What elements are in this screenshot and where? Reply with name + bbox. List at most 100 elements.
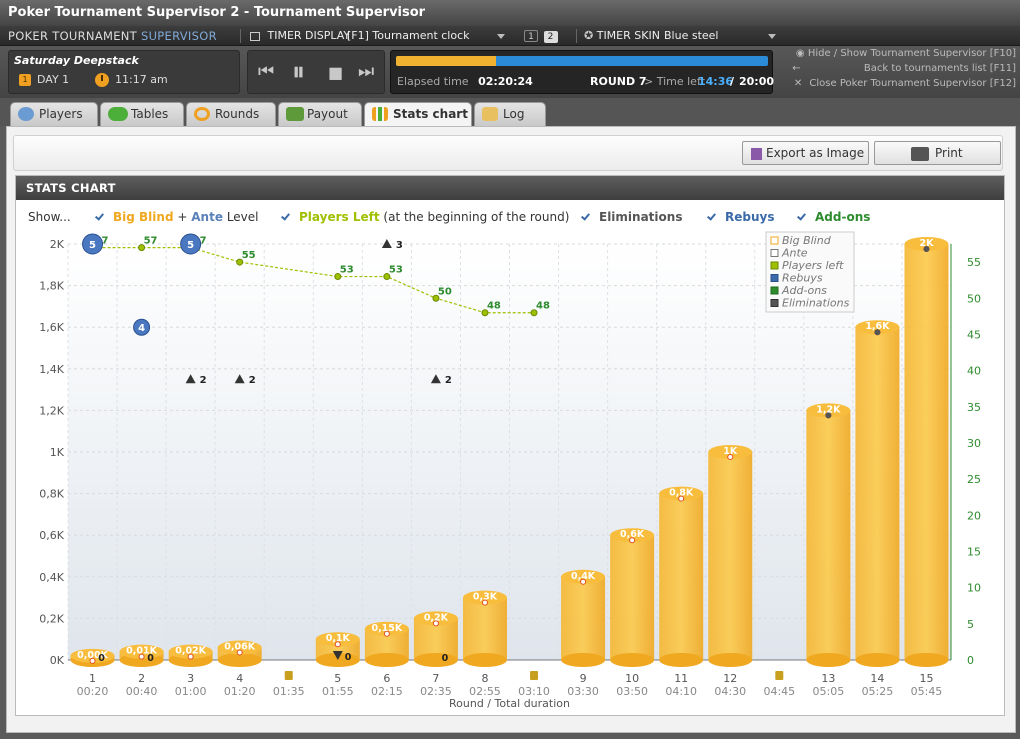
x-tick-time: 05:05 — [813, 685, 845, 698]
bigblind-label: 1K — [723, 446, 738, 457]
x-tick-round: 11 — [674, 672, 688, 685]
y-tick-label-right: 15 — [967, 545, 981, 558]
elim-label: 2 — [445, 375, 452, 386]
break-icon — [284, 671, 293, 680]
checkbox-icon — [94, 212, 105, 223]
window-title: Poker Tournament Supervisor 2 - Tourname… — [0, 0, 1020, 26]
page-1-button[interactable]: 1 — [524, 30, 538, 42]
x-tick-time: 04:30 — [714, 685, 746, 698]
x-tick-round: 10 — [625, 672, 639, 685]
legend-swatch — [770, 274, 779, 282]
toggle-eliminations[interactable]: Eliminations — [580, 210, 682, 224]
toggle-bigblind-ante[interactable]: Big Blind + Ante Level — [94, 210, 259, 224]
ante-label: 0 — [147, 653, 154, 664]
break-icon — [530, 671, 539, 680]
rebuy-label: 5 — [89, 240, 96, 251]
elim-label: 3 — [396, 240, 403, 251]
skip-forward-button[interactable]: ⏭ — [358, 61, 374, 82]
tab-log[interactable]: Log — [474, 102, 546, 126]
stats-chart: 0K0,2K0,4K0,6K0,8K1K1,2K1,4K1,6K1,8K2K05… — [39, 231, 981, 710]
y-tick-label-right: 0 — [967, 654, 974, 667]
panel-title: STATS CHART — [16, 176, 1004, 200]
clock-icon — [95, 73, 109, 87]
rebuy-label: 4 — [138, 323, 145, 334]
legend-swatch — [770, 261, 779, 270]
y-tick-label-right: 10 — [967, 582, 981, 595]
table-icon — [108, 107, 128, 121]
bigblind-bar — [561, 576, 606, 660]
bigblind-bar-base — [364, 653, 409, 667]
stop-button[interactable]: ■ — [328, 63, 343, 82]
bigblind-bar-base — [462, 653, 507, 667]
y-tick-label-right: 5 — [967, 618, 974, 631]
legend-label: Eliminations — [782, 297, 850, 310]
elim-point — [874, 329, 881, 336]
x-tick-round: 4 — [236, 672, 243, 685]
chart-icon — [372, 107, 388, 121]
x-tick-round: 14 — [870, 672, 884, 685]
y-tick-label-left: 2K — [50, 238, 65, 251]
tab-tables[interactable]: Tables — [100, 102, 184, 126]
close-link[interactable]: ✕ Close Poker Tournament Supervisor [F12… — [794, 78, 1016, 89]
timer-display-select[interactable]: [F1] Tournament clock — [347, 26, 515, 46]
bigblind-bar-base — [708, 653, 753, 667]
y-tick-label-right: 25 — [967, 473, 981, 486]
y-tick-label-right: 30 — [967, 437, 981, 450]
legend-label: Ante — [781, 247, 808, 260]
x-tick-time: 05:45 — [911, 685, 943, 698]
checkbox-icon — [580, 212, 591, 223]
timer-skin-select[interactable]: Blue steel — [664, 26, 784, 46]
toggle-rebuys[interactable]: Rebuys — [706, 210, 774, 224]
tab-payout[interactable]: Payout — [278, 102, 362, 126]
x-tick-round: 7 — [432, 672, 439, 685]
tab-rounds[interactable]: Rounds — [186, 102, 276, 126]
x-tick-time: 00:40 — [126, 685, 158, 698]
legend-swatch — [770, 286, 779, 295]
printer-icon — [911, 146, 929, 161]
elim-point — [923, 246, 930, 252]
x-tick-time: 00:20 — [77, 685, 109, 698]
pause-button[interactable]: ⏸ — [292, 57, 305, 88]
stats-chart-panel: STATS CHART Show... Big Blind + Ante Lev… — [15, 175, 1005, 716]
x-tick-time: 01:55 — [322, 685, 354, 698]
y-tick-label-left: 0K — [50, 654, 65, 667]
players-left-label: 53 — [340, 265, 354, 276]
payout-icon — [286, 107, 304, 121]
bigblind-label: 0,06K — [224, 642, 255, 653]
hide-show-link[interactable]: ◉ Hide / Show Tournament Supervisor [F10… — [796, 48, 1016, 59]
toggle-addons[interactable]: Add-ons — [796, 210, 870, 224]
tab-stats-chart[interactable]: Stats chart — [364, 102, 472, 127]
y-tick-label-right: 45 — [967, 328, 981, 341]
skip-back-button[interactable]: ⏮ — [258, 61, 274, 82]
y-tick-label-left: 0,8K — [39, 488, 64, 501]
round-progress-bar — [396, 56, 768, 66]
x-tick-round: 3 — [187, 672, 194, 685]
elim-label: 2 — [249, 375, 256, 386]
bigblind-label: 0,15K — [371, 623, 402, 634]
checkbox-icon — [796, 212, 807, 223]
x-tick-round: 12 — [723, 672, 737, 685]
event-day: 1 DAY 1 — [19, 73, 69, 86]
calendar-icon: 1 — [19, 74, 31, 86]
event-info: Saturday Deepstack 1 DAY 1 11:17 am — [8, 50, 240, 94]
y-tick-label-right: 20 — [967, 509, 981, 522]
x-tick-time: 03:50 — [616, 685, 648, 698]
x-tick-round: 13 — [821, 672, 835, 685]
print-button[interactable]: Print — [874, 141, 1001, 165]
elim-point — [825, 412, 832, 419]
players-left-label: 48 — [536, 301, 550, 312]
back-to-list-link[interactable]: ← Back to tournaments list [F11] — [792, 63, 1016, 74]
export-image-button[interactable]: Export as Image — [742, 141, 869, 165]
toggle-players-left[interactable]: Players Left (at the beginning of the ro… — [280, 210, 569, 224]
timer-display-menu[interactable]: TIMER DISPLAY — [250, 26, 350, 46]
close-icon: ✕ — [793, 78, 803, 89]
timer-skin-menu[interactable]: ✪ TIMER SKIN — [584, 26, 660, 46]
bigblind-label: 0,02K — [175, 646, 206, 657]
y-tick-label-left: 1,8K — [39, 280, 64, 293]
tab-players[interactable]: Players — [10, 102, 98, 126]
monitor-icon — [250, 31, 260, 41]
x-tick-round: 8 — [481, 672, 488, 685]
bigblind-label: 0,6K — [620, 529, 645, 540]
page-2-button[interactable]: 2 — [543, 31, 558, 43]
bigblind-bar — [904, 244, 949, 660]
